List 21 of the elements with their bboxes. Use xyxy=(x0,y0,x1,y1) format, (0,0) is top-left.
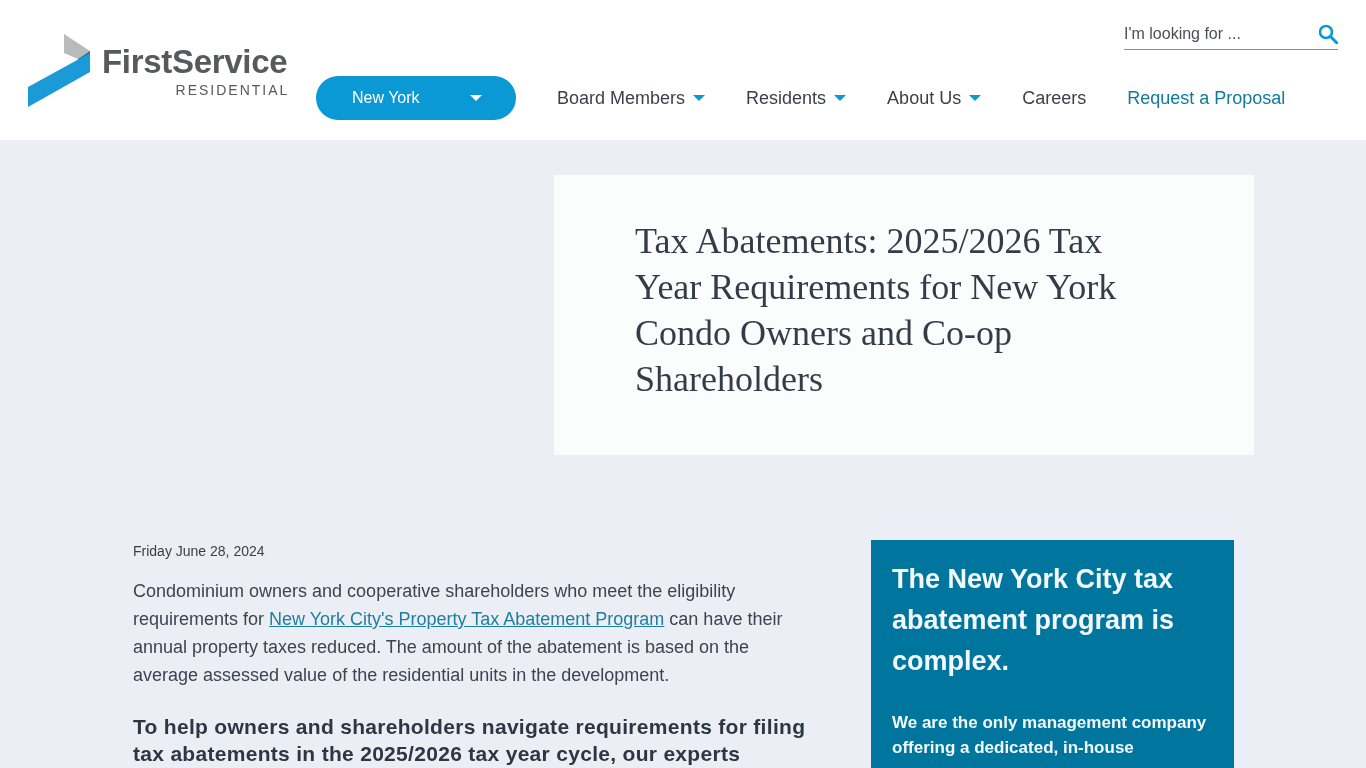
caret-icon xyxy=(834,95,847,101)
search-field[interactable]: I'm looking for ... xyxy=(1124,24,1318,43)
search-icon[interactable] xyxy=(1318,23,1338,44)
body-paragraph: Condominium owners and cooperative shareholders who meet the eligibility requirements for New York City's Property Tax Abatement Program can have their annual property taxes reduced. The amount of the abatement is based on the average assessed value of the residential units in the development. xyxy=(133,580,784,687)
caret-icon xyxy=(969,95,982,101)
nav-link[interactable]: Board Members xyxy=(557,87,706,109)
caret-icon xyxy=(470,95,482,101)
caret-icon xyxy=(693,95,706,101)
logo-wordmark: FirstService xyxy=(102,43,288,81)
inline-link[interactable]: New York City's Property Tax Abatement Program xyxy=(269,609,665,629)
nav-link[interactable]: About Us xyxy=(887,87,982,109)
nav-link[interactable]: Careers xyxy=(1022,87,1087,109)
logo-tagline: RESIDENTIAL xyxy=(175,81,290,99)
nav-link[interactable]: Request a Proposal xyxy=(1127,87,1286,109)
nav-link[interactable]: Residents xyxy=(746,87,847,109)
article-date: Friday June 28, 2024 xyxy=(133,542,266,561)
lead-paragraph: To help owners and shareholders navigate requirements for filing tax abatements in the 2025/2026 tax year cycle, our experts xyxy=(133,714,807,767)
article-title: Tax Abatements: 2025/2026 Tax Year Requirements for New York Condo Owners and Co-op Shareholders xyxy=(635,220,1118,401)
logo-mark[interactable] xyxy=(28,33,91,107)
callout-heading: The New York City tax abatement program is complex. xyxy=(892,563,1176,678)
callout-text: We are the only management company offering a dedicated, in-house xyxy=(892,712,1208,759)
